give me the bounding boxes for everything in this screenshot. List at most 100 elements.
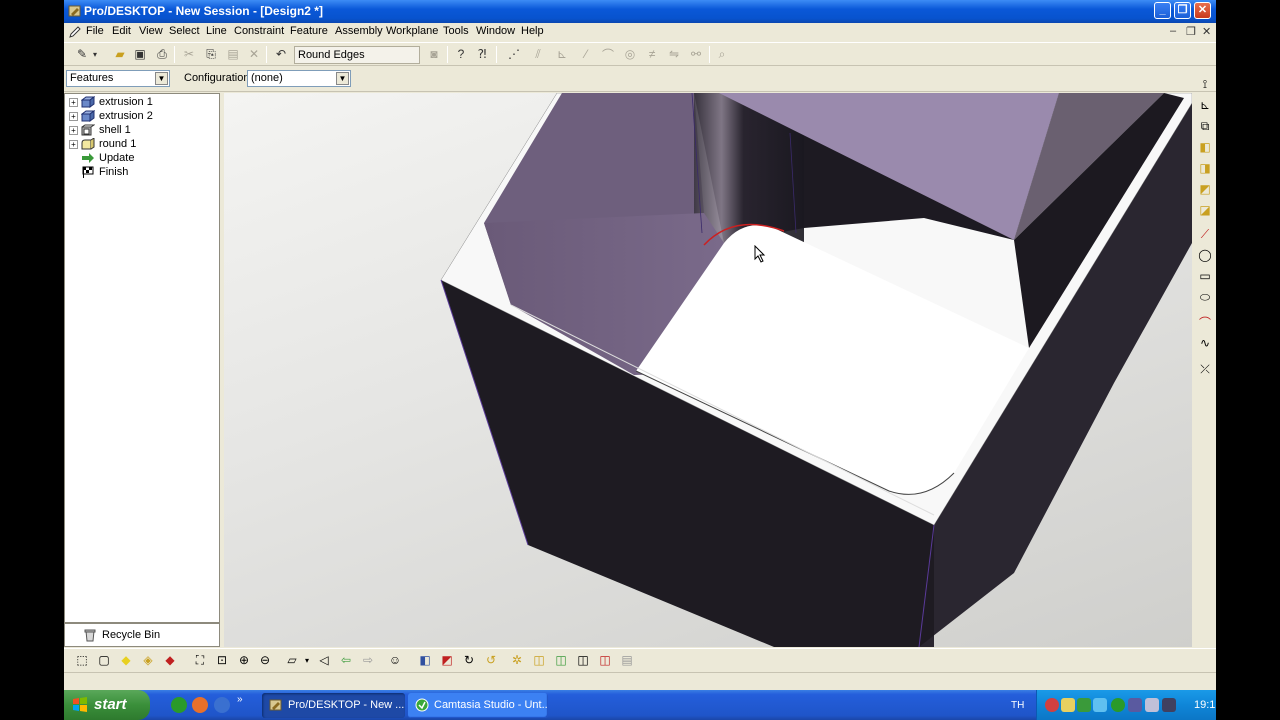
save-icon[interactable]: ▣ [132, 46, 148, 62]
menu-assembly[interactable]: Assembly [335, 25, 383, 37]
tray-recorder-icon[interactable] [1128, 698, 1142, 712]
menu-tools[interactable]: Tools [443, 25, 469, 37]
arc-tool-icon[interactable]: ⌒ [1197, 314, 1213, 330]
menu-line[interactable]: Line [206, 25, 227, 37]
chevron-down-icon[interactable]: ▼ [155, 72, 168, 85]
expand-icon[interactable]: + [69, 111, 78, 121]
tray-security-icon[interactable] [1093, 698, 1107, 712]
open-folder-icon[interactable]: ▰ [112, 46, 128, 62]
menu-file[interactable]: File [86, 25, 104, 37]
previous-view-icon[interactable]: ⇦ [338, 652, 354, 668]
view-plane-dropdown-icon[interactable]: ▾ [302, 652, 312, 668]
3d-viewport[interactable] [224, 93, 1192, 647]
tray-network-icon[interactable] [1077, 698, 1091, 712]
print-icon[interactable]: ⎙ [154, 46, 170, 62]
next-view-icon[interactable]: ⇨ [360, 652, 376, 668]
menu-edit[interactable]: Edit [112, 25, 131, 37]
document-restore-button[interactable]: ❐ [1186, 25, 1196, 38]
zoom-out-icon[interactable]: ⊖ [257, 652, 273, 668]
expand-icon[interactable]: + [69, 97, 78, 107]
select-mode-icon[interactable]: ✎ [74, 46, 90, 62]
select-face-icon[interactable]: ⧉ [1197, 118, 1213, 134]
delete-icon[interactable]: ✕ [246, 46, 262, 62]
language-indicator[interactable]: TH [1011, 700, 1024, 711]
taskbar-item-pro-desktop[interactable]: Pro/DESKTOP - New ... [262, 693, 405, 718]
tray-volume-icon[interactable] [1145, 698, 1159, 712]
view-plane-icon[interactable]: ⏥ [284, 652, 300, 668]
tree-item-extrusion-2[interactable]: + extrusion 2 [69, 109, 153, 123]
enhanced-view-icon[interactable]: ◆ [162, 652, 178, 668]
start-button[interactable]: start [64, 690, 150, 720]
tray-antivirus-icon[interactable] [1045, 698, 1059, 712]
side-view-icon[interactable]: ◫ [575, 652, 591, 668]
trim-tool-icon[interactable]: ⤫ [1197, 361, 1213, 377]
zoom-in-icon[interactable]: ⊕ [236, 652, 252, 668]
menu-workplane[interactable]: Workplane [386, 25, 438, 37]
configuration-select[interactable]: (none) ▼ [247, 70, 351, 87]
select-assembly-icon[interactable]: ◪ [1197, 202, 1213, 218]
iso-view-icon[interactable]: ◫ [597, 652, 613, 668]
tangent-icon[interactable]: ⌒ [600, 46, 616, 62]
undo-icon[interactable]: ↶ [273, 46, 289, 62]
find-icon[interactable]: ⌕ [714, 46, 730, 62]
help-icon[interactable]: ? [453, 46, 469, 62]
concentric-icon[interactable]: ◎ [622, 46, 638, 62]
explode-icon[interactable]: ✲ [509, 652, 525, 668]
rotate-view-icon[interactable]: ↻ [461, 652, 477, 668]
expand-icon[interactable]: + [69, 125, 78, 135]
hidden-lines-view-icon[interactable]: ▢ [96, 652, 112, 668]
line-tool-icon[interactable]: ⟋ [1197, 226, 1213, 242]
copy-icon[interactable]: ⎘ [203, 46, 219, 62]
menu-view[interactable]: View [139, 25, 163, 37]
context-help-icon[interactable]: ⁈ [474, 46, 490, 62]
cut-icon[interactable]: ✂ [181, 46, 197, 62]
symmetric-icon[interactable]: ⇋ [666, 46, 682, 62]
select-edge-icon[interactable]: ⊾ [1197, 97, 1213, 113]
tray-mail-icon[interactable] [1061, 698, 1075, 712]
wireframe-view-icon[interactable]: ⬚ [74, 652, 90, 668]
render-icon[interactable]: ▤ [619, 652, 635, 668]
properties-icon[interactable]: ◙ [426, 46, 442, 62]
restore-button[interactable]: ❐ [1174, 2, 1191, 19]
active-command-field[interactable]: Round Edges [294, 46, 420, 64]
quick-launch-more-icon[interactable]: » [237, 694, 243, 705]
ellipse-tool-icon[interactable]: ⬭ [1197, 289, 1213, 305]
shaded-edges-view-icon[interactable]: ◈ [140, 652, 156, 668]
zoom-to-fit-icon[interactable]: ⛶ [192, 652, 208, 668]
select-feature-icon[interactable]: ◧ [1197, 139, 1213, 155]
constraint-icon[interactable]: ⋰ [506, 46, 522, 62]
quick-launch-app-icon[interactable] [214, 697, 230, 713]
shaded-view-icon[interactable]: ◆ [118, 652, 134, 668]
close-button[interactable]: ✕ [1194, 2, 1211, 19]
recycle-bin[interactable]: Recycle Bin [64, 623, 220, 647]
spline-tool-icon[interactable]: ∿ [1197, 335, 1213, 351]
tree-item-update[interactable]: Update [69, 151, 134, 165]
top-view-icon[interactable]: ◫ [553, 652, 569, 668]
quick-launch-wordpress-icon[interactable] [171, 697, 187, 713]
pan-view-icon[interactable]: ↺ [483, 652, 499, 668]
menu-constraint[interactable]: Constraint [234, 25, 284, 37]
circle-tool-icon[interactable]: ◯ [1197, 247, 1213, 263]
document-close-button[interactable]: ✕ [1202, 25, 1211, 38]
equal-icon[interactable]: ≠ [644, 46, 660, 62]
parallel-icon[interactable]: ⫽ [530, 46, 546, 62]
tree-item-shell-1[interactable]: + shell 1 [69, 123, 131, 137]
spin-icon[interactable]: ☺ [387, 652, 403, 668]
chevron-down-icon[interactable]: ▼ [336, 72, 349, 85]
select-component-icon[interactable]: ◩ [1197, 181, 1213, 197]
expand-icon[interactable]: + [69, 139, 78, 149]
look-at-icon[interactable]: ◁ [316, 652, 332, 668]
paste-icon[interactable]: ▤ [225, 46, 241, 62]
taskbar-item-camtasia[interactable]: Camtasia Studio - Unt... [408, 693, 548, 718]
perpendicular-icon[interactable]: ⊾ [554, 46, 570, 62]
tray-display-icon[interactable] [1162, 698, 1176, 712]
tree-item-round-1[interactable]: + round 1 [69, 137, 136, 151]
component-view-icon[interactable]: ◧ [417, 652, 433, 668]
line-constraint-icon[interactable]: ⁄ [578, 46, 594, 62]
select-part-icon[interactable]: ◨ [1197, 160, 1213, 176]
rectangle-tool-icon[interactable]: ▭ [1197, 268, 1213, 284]
quick-launch-browser-icon[interactable] [192, 697, 208, 713]
document-pencil-icon[interactable] [68, 25, 82, 39]
tray-camtasia-icon[interactable] [1111, 698, 1125, 712]
menu-feature[interactable]: Feature [290, 25, 328, 37]
